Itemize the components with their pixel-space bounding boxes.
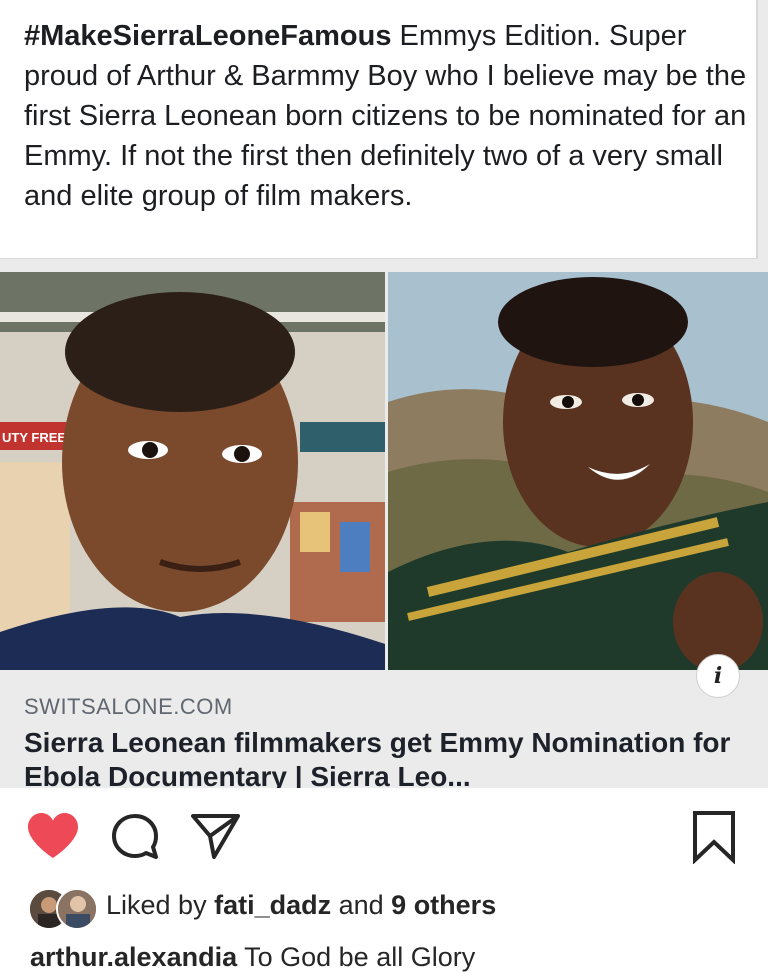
sign-text: UTY FREE (2, 430, 66, 445)
comment-bubble-icon[interactable] (110, 812, 160, 862)
liker-others-count[interactable]: 9 others (391, 890, 496, 920)
link-domain: SWITSALONE.COM (24, 694, 233, 719)
shared-post-caption: #MakeSierraLeoneFamous Emmys Edition. Su… (24, 16, 754, 216)
paper-plane-icon[interactable] (190, 812, 242, 860)
link-title[interactable]: Sierra Leonean filmmakers get Emmy Nomin… (24, 726, 744, 788)
comment-text: To God be all Glory (237, 942, 476, 972)
comment-username[interactable]: arthur.alexandia (30, 942, 237, 972)
photo-right-man-mountains (388, 272, 768, 670)
liker-username[interactable]: fati_dadz (214, 890, 331, 920)
liked-by-text: Liked by fati_dadz and 9 others (106, 890, 496, 921)
liker-avatar-2[interactable] (56, 888, 98, 930)
heart-filled-icon[interactable] (26, 812, 80, 860)
comment-row: arthur.alexandia To God be all Glory (30, 942, 475, 973)
shared-post-text-box: #MakeSierraLeoneFamous Emmys Edition. Su… (0, 0, 758, 259)
shared-post-card: #MakeSierraLeoneFamous Emmys Edition. Su… (0, 0, 768, 788)
bookmark-icon[interactable] (690, 810, 738, 864)
link-preview-image[interactable]: UTY FREE (0, 272, 768, 670)
liked-by-prefix: Liked by (106, 890, 215, 920)
hashtag-link[interactable]: #MakeSierraLeoneFamous (24, 20, 391, 52)
info-icon[interactable]: i (696, 654, 740, 698)
photo-left-man-airport: UTY FREE (0, 272, 385, 670)
liked-by-middle: and (331, 890, 392, 920)
